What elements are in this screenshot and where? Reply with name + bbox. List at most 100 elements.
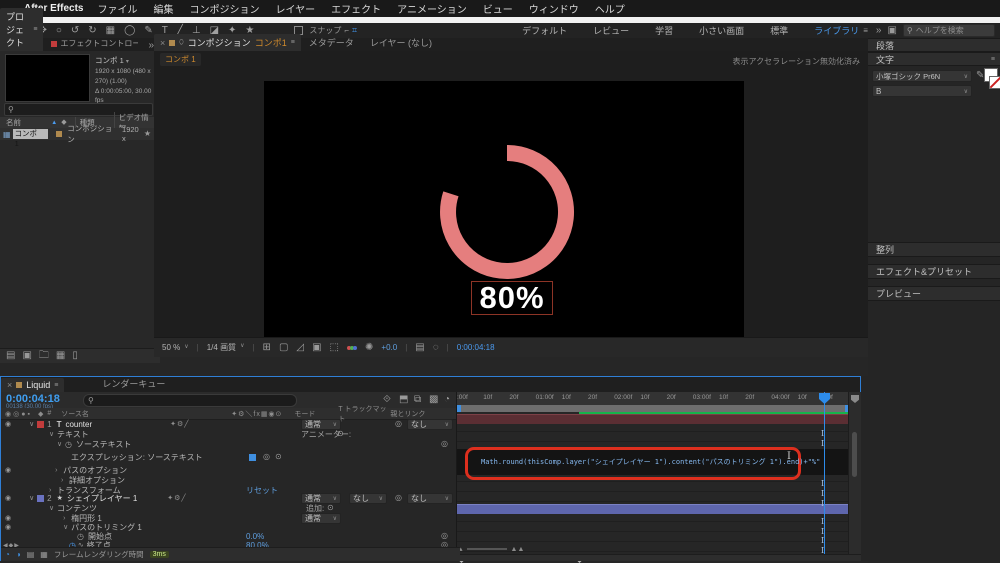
pen-tool-icon[interactable]: ✎ <box>144 25 152 36</box>
stroke-color-swatch[interactable] <box>989 76 1000 89</box>
cache-status-icon[interactable]: ▤ <box>27 551 35 559</box>
composition-frame[interactable]: 80% <box>264 81 744 351</box>
parent-column[interactable]: 親とリンク <box>390 409 425 419</box>
frame-blending-icon[interactable]: ▩ <box>429 395 438 405</box>
label-color-box[interactable] <box>56 131 62 137</box>
parent-dropdown[interactable]: なし∨ <box>407 419 453 430</box>
timeline-search-box[interactable]: ⚲ <box>83 394 297 407</box>
vertical-scrollbar[interactable] <box>852 432 857 477</box>
quality-dropdown[interactable]: 1/4 画質∨ <box>207 342 245 353</box>
column-name[interactable]: 名前 <box>0 117 51 128</box>
workspace-tab[interactable]: デフォルト <box>522 24 567 37</box>
workspace-tab[interactable]: 標準 <box>770 24 788 37</box>
menu-item[interactable]: エフェクト <box>331 1 381 16</box>
parent-pickwhip-icon[interactable]: ◎ <box>395 494 402 502</box>
twirl-down-icon[interactable]: ∨ <box>29 420 37 428</box>
work-area-start-handle[interactable] <box>457 405 461 412</box>
zoom-in-mountain-icon[interactable]: ▲▲ <box>511 546 525 553</box>
rotate-tool-icon[interactable]: ↻ <box>88 25 96 36</box>
layer-row-counter[interactable]: ◉ ∨ 1 T counter ✦⚙╱ 通常∨ ◎ なし∨ <box>1 419 456 429</box>
shape-tool-icon[interactable]: ◯ <box>124 25 135 36</box>
tab-composition[interactable]: × ⬯ コンポジション コンポ1 ≡ <box>154 34 301 51</box>
layer-bar-counter[interactable] <box>457 414 849 424</box>
workspace-overflow-icon[interactable]: » <box>876 26 882 36</box>
help-search-box[interactable]: ⚲ ヘルプを検索 <box>903 24 995 37</box>
project-flowchart-icon[interactable]: ▤ <box>6 351 15 361</box>
menu-item[interactable]: レイヤー <box>275 1 315 16</box>
eye-icon[interactable]: ◉ <box>1 524 11 531</box>
timeline-scrollbar-strip[interactable] <box>848 392 861 554</box>
time-ruler[interactable]: :00f10f20f01:00f10f20f02:00f10f20f03:00f… <box>457 392 849 406</box>
gpu-status-icon[interactable]: ◑ <box>16 551 21 559</box>
twirl-down-icon[interactable]: ∨ <box>57 440 65 448</box>
paragraph-panel-header[interactable]: 段落 <box>868 38 1000 52</box>
close-tab-icon[interactable]: × <box>160 38 165 48</box>
parent-dropdown[interactable]: なし∨ <box>407 493 453 504</box>
workspace-tab[interactable]: 学習 <box>655 24 673 37</box>
exposure-gear-icon[interactable]: ✺ <box>365 343 373 353</box>
character-panel-header[interactable]: 文字 ≡ <box>868 52 1000 66</box>
color-depth-icon[interactable]: ▣ <box>22 351 31 361</box>
font-family-dropdown[interactable]: 小塚ゴシック Pr6N∨ <box>872 70 972 82</box>
menu-item[interactable]: コンポジション <box>189 1 259 16</box>
perf-status-icon[interactable]: ▦ <box>40 551 48 559</box>
orbit-camera-icon[interactable]: ↺ <box>71 25 79 36</box>
preview-panel-header[interactable]: プレビュー <box>868 286 1000 301</box>
add-shape-icon[interactable]: ⊙ <box>327 504 334 512</box>
workspace-tab[interactable]: 小さい画面 <box>699 24 744 37</box>
viewer-comp-tab[interactable]: コンポ 1 <box>160 53 201 66</box>
channel-icon[interactable] <box>347 346 357 350</box>
mask-visibility-icon[interactable]: ▢ <box>279 343 288 353</box>
pixel-aspect-icon[interactable]: ⬚ <box>330 343 339 353</box>
font-weight-dropdown[interactable]: B∨ <box>872 85 972 97</box>
twirl-down-icon[interactable]: ∨ <box>29 494 37 502</box>
project-comp-name[interactable]: コンポ 1 <box>95 56 124 65</box>
motion-blur-icon[interactable]: ◔ <box>444 395 450 405</box>
expression-pickwhip-icon[interactable]: ◎ <box>441 440 448 448</box>
expression-enable-icon[interactable] <box>249 454 256 461</box>
tab-effect-controls[interactable]: エフェクトコントロール コ <box>43 36 146 51</box>
menu-item[interactable]: ビュー <box>483 1 513 16</box>
eye-icon[interactable]: ◉ <box>1 421 11 428</box>
parent-pickwhip-icon[interactable]: ◎ <box>395 420 402 428</box>
track-matte-dropdown[interactable]: なし∨ <box>349 493 387 504</box>
interpret-footage-icon[interactable]: ★ <box>144 130 151 138</box>
twirl-right-icon[interactable]: › <box>61 477 69 484</box>
group-row-contents[interactable]: ∨ コンテンツ 追加: ⊙ <box>1 503 456 513</box>
layer-label-color[interactable] <box>37 421 44 428</box>
eye-icon[interactable]: ◉ <box>1 515 11 522</box>
group-row-more-options[interactable]: › 詳細オプション <box>1 475 456 485</box>
property-row-source-text[interactable]: ∨ ◷ ソーステキスト ◎ <box>1 439 456 449</box>
twirl-right-icon[interactable]: › <box>63 515 71 522</box>
mask-tool-icon[interactable]: ▦ <box>106 25 115 36</box>
expression-language-icon[interactable]: ⊙ <box>275 453 282 461</box>
align-panel-header[interactable]: 整列 <box>868 242 1000 257</box>
menu-item[interactable]: 編集 <box>153 1 173 16</box>
twirl-down-icon[interactable]: ∨ <box>49 504 57 512</box>
tab-render-queue[interactable]: レンダーキュー <box>94 375 173 392</box>
zoom-tool-icon[interactable]: ○ <box>56 25 62 36</box>
panel-menu-icon[interactable]: ≡ <box>991 56 995 63</box>
menu-item[interactable]: ファイル <box>97 1 137 16</box>
stopwatch-icon[interactable]: ◷ <box>65 440 72 449</box>
expression-graph-icon[interactable]: ◎ <box>263 453 270 461</box>
zoom-slider[interactable] <box>467 548 507 550</box>
expression-pickwhip-icon[interactable]: ◎ <box>441 532 448 540</box>
tab-timeline-comp[interactable]: × Liquid ≡ <box>1 378 64 392</box>
timeline-zoom-control[interactable]: ▴ ▲▲ <box>459 545 524 553</box>
exposure-value[interactable]: +0.0 <box>381 343 397 352</box>
workspace-library-tab[interactable]: ライブラリ <box>814 24 859 37</box>
eye-icon[interactable]: ◉ <box>1 467 11 474</box>
draft-3d-icon[interactable]: ⬒ <box>399 395 408 405</box>
menu-item[interactable]: ヘルプ <box>595 1 625 16</box>
mode-column[interactable]: モード <box>294 409 338 419</box>
region-of-interest-icon[interactable]: ▣ <box>312 343 321 353</box>
work-area-bar[interactable] <box>457 405 849 412</box>
eye-icon[interactable]: ◉ <box>1 495 11 502</box>
shy-layers-icon[interactable]: ⧉ <box>414 395 421 405</box>
project-row-comp1[interactable]: ▦ コンポ 1 コンポジション 1920 x ★ <box>0 128 154 140</box>
menu-item[interactable]: ウィンドウ <box>529 1 579 16</box>
animator-add-icon[interactable]: ⊙ <box>337 430 344 438</box>
trash-icon[interactable]: ▯ <box>72 351 78 361</box>
layer-name[interactable]: counter <box>65 420 92 429</box>
